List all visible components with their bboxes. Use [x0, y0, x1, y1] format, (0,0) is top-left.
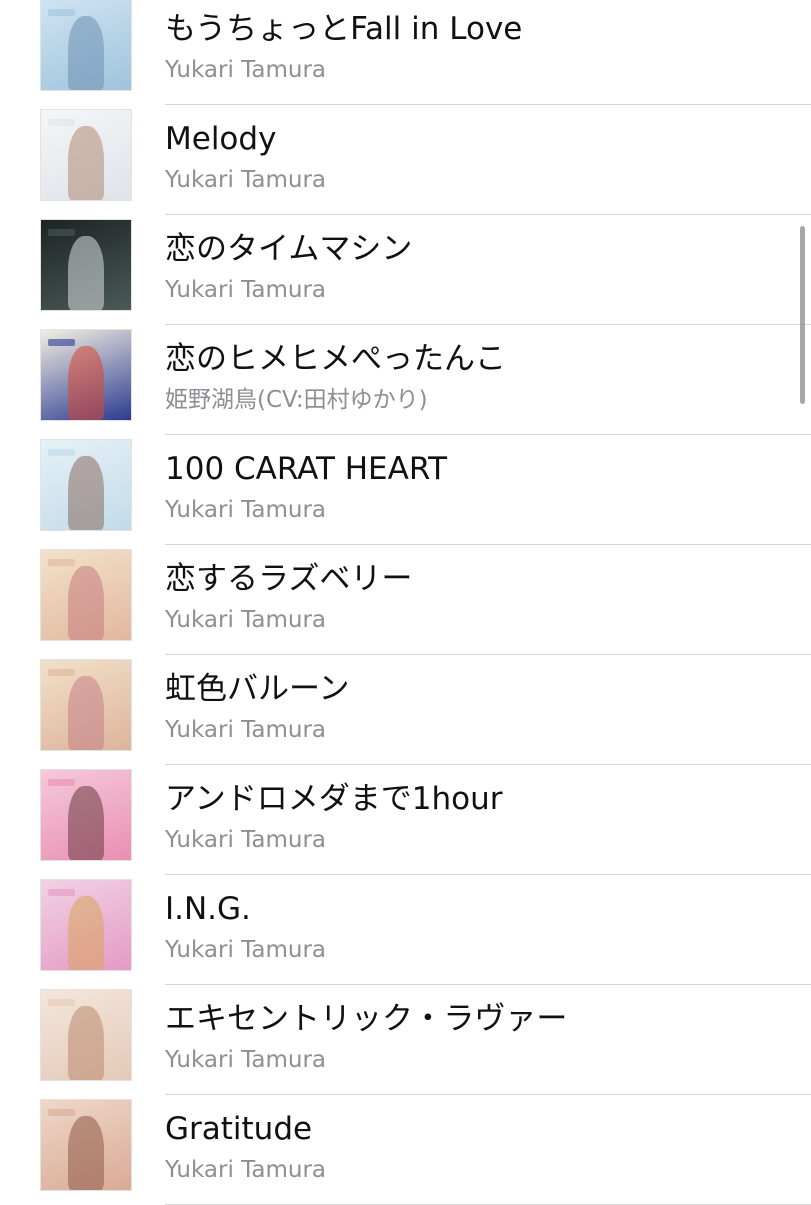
song-row[interactable]: I.N.G. Yukari Tamura [0, 875, 811, 985]
song-title: もうちょっとFall in Love [165, 11, 523, 47]
song-row[interactable]: アンドロメダまで1hour Yukari Tamura [0, 765, 811, 875]
song-artist: Yukari Tamura [165, 57, 327, 83]
song-artist: Yukari Tamura [165, 937, 327, 963]
song-row[interactable]: もうちょっとFall in Love Yukari Tamura [0, 0, 811, 105]
song-title: 恋のタイムマシン [165, 231, 413, 267]
song-artist: 姫野湖鳥(CV:田村ゆかり) [165, 387, 428, 413]
song-title: I.N.G. [165, 891, 251, 927]
song-row[interactable]: Gratitude Yukari Tamura [0, 1095, 811, 1205]
song-row[interactable]: 恋のヒメヒメぺったんこ 姫野湖鳥(CV:田村ゆかり) [0, 325, 811, 435]
album-artwork [40, 989, 132, 1081]
song-artist: Yukari Tamura [165, 277, 327, 303]
song-artist: Yukari Tamura [165, 1157, 327, 1183]
song-row[interactable]: Melody Yukari Tamura [0, 105, 811, 215]
song-artist: Yukari Tamura [165, 607, 327, 633]
song-artist: Yukari Tamura [165, 717, 327, 743]
song-row[interactable]: 恋のタイムマシン Yukari Tamura [0, 215, 811, 325]
song-title: 恋するラズベリー [165, 561, 413, 597]
album-artwork [40, 769, 132, 861]
album-artwork [40, 109, 132, 201]
song-title: エキセントリック・ラヴァー [165, 1001, 568, 1037]
song-list: もうちょっとFall in Love Yukari Tamura Melody … [0, 0, 811, 1205]
album-artwork [40, 329, 132, 421]
album-artwork [40, 219, 132, 311]
album-artwork [40, 659, 132, 751]
song-title: アンドロメダまで1hour [165, 781, 503, 817]
song-row[interactable]: 虹色バルーン Yukari Tamura [0, 655, 811, 765]
song-title: 虹色バルーン [165, 671, 350, 707]
song-artist: Yukari Tamura [165, 827, 327, 853]
song-row[interactable]: 恋するラズベリー Yukari Tamura [0, 545, 811, 655]
song-title: Gratitude [165, 1111, 313, 1147]
song-artist: Yukari Tamura [165, 1047, 327, 1073]
album-artwork [40, 879, 132, 971]
song-row[interactable]: エキセントリック・ラヴァー Yukari Tamura [0, 985, 811, 1095]
album-artwork [40, 1099, 132, 1191]
album-artwork [40, 0, 132, 91]
album-artwork [40, 439, 132, 531]
album-artwork [40, 549, 132, 641]
song-title: 100 CARAT HEART [165, 451, 448, 487]
song-artist: Yukari Tamura [165, 167, 327, 193]
song-artist: Yukari Tamura [165, 497, 327, 523]
song-title: Melody [165, 121, 277, 157]
song-title: 恋のヒメヒメぺったんこ [165, 341, 506, 377]
scroll-indicator[interactable] [800, 226, 805, 404]
song-row[interactable]: 100 CARAT HEART Yukari Tamura [0, 435, 811, 545]
